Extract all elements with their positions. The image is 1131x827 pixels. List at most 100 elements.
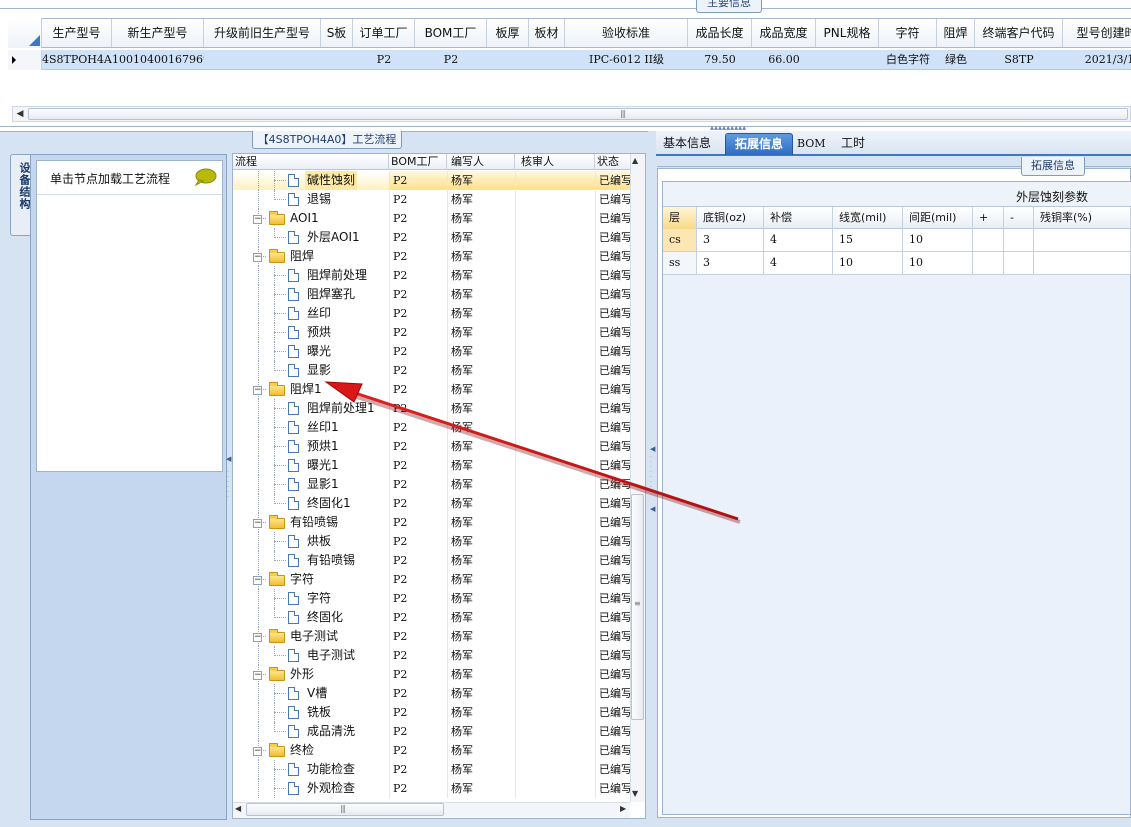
layer-cell[interactable]: cs bbox=[663, 229, 697, 251]
collapse-node-icon[interactable]: − bbox=[253, 576, 262, 585]
editor-cell[interactable]: 杨军 bbox=[447, 760, 515, 779]
reviewer-cell[interactable] bbox=[515, 190, 595, 209]
tree-row[interactable]: 显影1 P2 杨军 已编写 bbox=[233, 475, 630, 494]
scroll-up-arrow-icon[interactable]: ▲ bbox=[632, 156, 638, 165]
bom-factory-cell[interactable]: P2 bbox=[389, 247, 447, 266]
expand-arrow-icon[interactable]: ◀ bbox=[650, 505, 655, 513]
reviewer-cell[interactable] bbox=[515, 722, 595, 741]
status-cell[interactable]: 已编写 bbox=[595, 779, 630, 798]
reviewer-cell[interactable] bbox=[515, 228, 595, 247]
tree-node[interactable]: 丝印 bbox=[233, 304, 389, 323]
status-cell[interactable]: 已编写 bbox=[595, 570, 630, 589]
status-cell[interactable]: 已编写 bbox=[595, 304, 630, 323]
tab-work-hours[interactable]: 工时 bbox=[835, 133, 871, 155]
bom-factory-cell[interactable]: P2 bbox=[389, 304, 447, 323]
reviewer-cell[interactable] bbox=[515, 627, 595, 646]
reviewer-cell[interactable] bbox=[515, 437, 595, 456]
status-cell[interactable]: 已编写 bbox=[595, 209, 630, 228]
param-col-header[interactable]: 补偿 bbox=[764, 207, 833, 229]
tree-node[interactable]: 显影 bbox=[233, 361, 389, 380]
tree-node[interactable]: 外层AOI1 bbox=[233, 228, 389, 247]
tab-extended-info[interactable]: 拓展信息 bbox=[725, 133, 793, 155]
editor-cell[interactable]: 杨军 bbox=[447, 475, 515, 494]
param-cell[interactable] bbox=[973, 252, 1004, 274]
bom-factory-cell[interactable]: P2 bbox=[389, 532, 447, 551]
tree-row[interactable]: − 电子测试 P2 杨军 已编写 bbox=[233, 627, 630, 646]
tree-row[interactable]: 阻焊前处理 P2 杨军 已编写 bbox=[233, 266, 630, 285]
bom-factory-cell[interactable]: P2 bbox=[389, 608, 447, 627]
tree-node[interactable]: 预烘 bbox=[233, 323, 389, 342]
tree-node[interactable]: 预烘1 bbox=[233, 437, 389, 456]
col-header[interactable]: PNL规格 bbox=[816, 19, 879, 47]
tree-node[interactable]: 有铅喷锡 bbox=[233, 551, 389, 570]
param-cell[interactable] bbox=[1004, 229, 1034, 251]
tree-row[interactable]: − 阻焊1 P2 杨军 已编写 bbox=[233, 380, 630, 399]
tree-node[interactable]: − 有铅喷锡 bbox=[233, 513, 389, 532]
param-cell[interactable] bbox=[1034, 229, 1131, 251]
editor-cell[interactable]: 杨军 bbox=[447, 456, 515, 475]
tree-node[interactable]: 成品清洗 bbox=[233, 722, 389, 741]
grid-cell[interactable] bbox=[529, 50, 565, 70]
tree-row[interactable]: − AOI1 P2 杨军 已编写 bbox=[233, 209, 630, 228]
bom-factory-cell[interactable]: P2 bbox=[389, 513, 447, 532]
speech-bubble-icon[interactable] bbox=[193, 168, 217, 186]
editor-cell[interactable]: 杨军 bbox=[447, 665, 515, 684]
editor-cell[interactable]: 杨军 bbox=[447, 551, 515, 570]
reviewer-cell[interactable] bbox=[515, 399, 595, 418]
status-cell[interactable]: 已编写 bbox=[595, 475, 630, 494]
grid-cell[interactable] bbox=[204, 50, 321, 70]
editor-cell[interactable]: 杨军 bbox=[447, 380, 515, 399]
status-cell[interactable]: 已编写 bbox=[595, 684, 630, 703]
editor-cell[interactable]: 杨军 bbox=[447, 570, 515, 589]
col-header[interactable]: BOM工厂 bbox=[415, 19, 487, 47]
editor-cell[interactable]: 杨军 bbox=[447, 513, 515, 532]
tree-node[interactable]: − 阻焊 bbox=[233, 247, 389, 266]
grid-cell[interactable]: 2021/3/16 bbox=[1063, 50, 1131, 70]
bom-factory-cell[interactable]: P2 bbox=[389, 361, 447, 380]
scroll-left-arrow-icon[interactable]: ◀ bbox=[14, 108, 26, 120]
status-cell[interactable]: 已编写 bbox=[595, 665, 630, 684]
collapse-node-icon[interactable]: − bbox=[253, 747, 262, 756]
status-cell[interactable]: 已编写 bbox=[595, 513, 630, 532]
reviewer-cell[interactable] bbox=[515, 703, 595, 722]
status-cell[interactable]: 已编写 bbox=[595, 247, 630, 266]
collapse-node-icon[interactable]: − bbox=[253, 215, 262, 224]
status-cell[interactable]: 已编写 bbox=[595, 361, 630, 380]
reviewer-cell[interactable] bbox=[515, 266, 595, 285]
param-cell[interactable]: 3 bbox=[697, 229, 764, 251]
reviewer-cell[interactable] bbox=[515, 551, 595, 570]
tree-row[interactable]: 外层AOI1 P2 杨军 已编写 bbox=[233, 228, 630, 247]
tree-node[interactable]: 铣板 bbox=[233, 703, 389, 722]
tree-row[interactable]: 曝光1 P2 杨军 已编写 bbox=[233, 456, 630, 475]
tree-node[interactable]: 碱性蚀刻 bbox=[233, 171, 389, 190]
editor-cell[interactable]: 杨军 bbox=[447, 323, 515, 342]
tree-node[interactable]: − 终检 bbox=[233, 741, 389, 760]
param-cell[interactable]: 4 bbox=[764, 229, 833, 251]
process-flow-tab[interactable]: 【4S8TPOH4A0】工艺流程 bbox=[252, 131, 402, 149]
tree-row[interactable]: 字符 P2 杨军 已编写 bbox=[233, 589, 630, 608]
tree-node[interactable]: 阻焊前处理 bbox=[233, 266, 389, 285]
param-col-header[interactable]: 间距(mil) bbox=[903, 207, 973, 229]
editor-cell[interactable]: 杨军 bbox=[447, 285, 515, 304]
grid-cell[interactable] bbox=[816, 50, 879, 70]
editor-cell[interactable]: 杨军 bbox=[447, 399, 515, 418]
grid-cell[interactable]: P2 bbox=[415, 50, 487, 70]
status-cell[interactable]: 已编写 bbox=[595, 646, 630, 665]
reviewer-cell[interactable] bbox=[515, 665, 595, 684]
grid-cell[interactable]: 4S8TPOH4A0 bbox=[42, 50, 112, 70]
tree-row[interactable]: − 字符 P2 杨军 已编写 bbox=[233, 570, 630, 589]
param-cell[interactable]: 3 bbox=[697, 252, 764, 274]
col-header[interactable]: 新生产型号 bbox=[112, 19, 204, 47]
col-header[interactable]: 阻焊 bbox=[937, 19, 975, 47]
editor-cell[interactable]: 杨军 bbox=[447, 589, 515, 608]
editor-cell[interactable]: 杨军 bbox=[447, 171, 515, 190]
collapse-node-icon[interactable]: − bbox=[253, 519, 262, 528]
editor-cell[interactable]: 杨军 bbox=[447, 266, 515, 285]
product-grid-row[interactable]: 4S8TPOH4A0 10010400167969 P2 P2 IPC-6012 II级… bbox=[8, 50, 1131, 70]
grid-cell[interactable]: 白色字符 bbox=[879, 50, 937, 70]
bom-factory-cell[interactable]: P2 bbox=[389, 399, 447, 418]
editor-cell[interactable]: 杨军 bbox=[447, 361, 515, 380]
param-col-header[interactable]: 残铜率(%) bbox=[1034, 207, 1131, 229]
tree-row[interactable]: − 外形 P2 杨军 已编写 bbox=[233, 665, 630, 684]
param-col-header[interactable]: 底铜(oz) bbox=[697, 207, 764, 229]
